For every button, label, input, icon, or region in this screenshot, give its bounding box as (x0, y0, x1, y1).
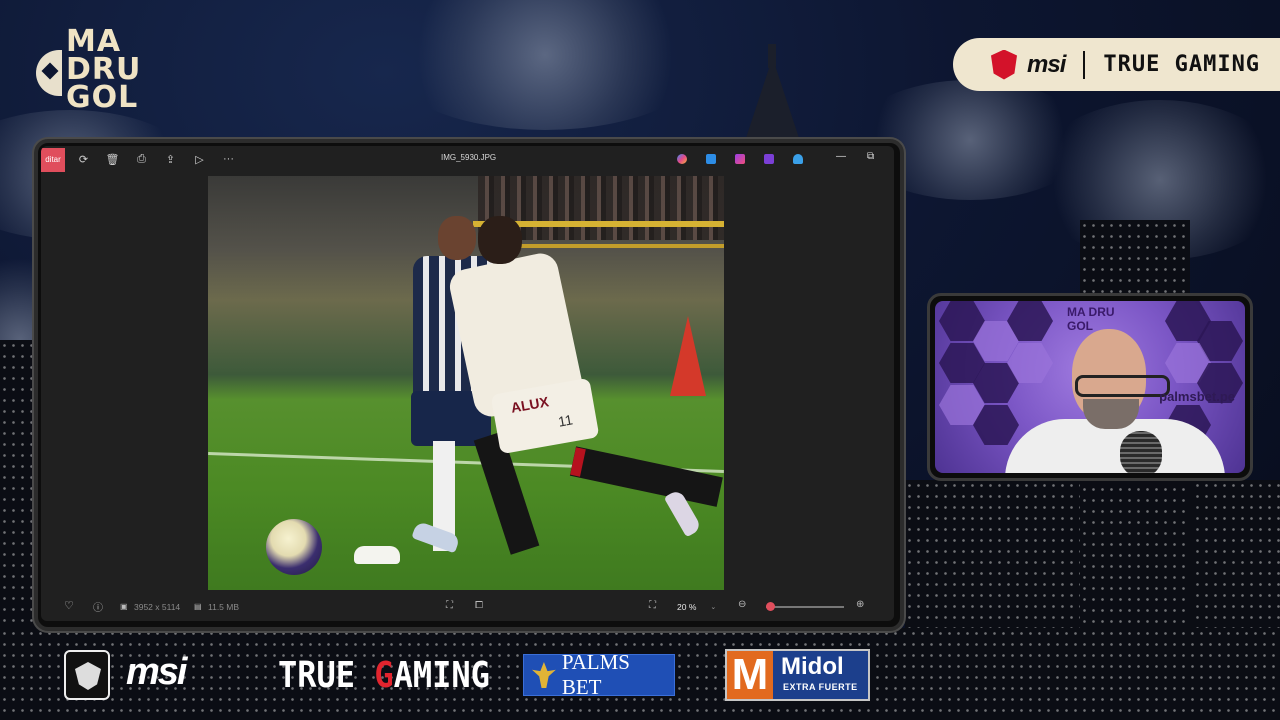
copilot-icon[interactable] (677, 154, 687, 164)
zoom-slider[interactable] (766, 606, 844, 608)
fullscreen-icon[interactable]: ⛶ (649, 600, 656, 611)
shorts-number: 11 (556, 411, 574, 430)
title-bar: ditar ⟳ 🗑 ⎙ ⇪ ▷ ··· IMG_5930.JPG — ⧉ (41, 146, 894, 172)
soccer-ball (266, 519, 322, 575)
top-sponsor-banner: msi TRUE GAMING (953, 38, 1280, 91)
info-icon[interactable]: ⓘ (93, 599, 103, 614)
msi-wordmark: msi (1027, 50, 1066, 78)
bottom-sponsor-bar: msi TRUE GAMING PALMS BET M Midol EXTRA … (60, 645, 880, 705)
print-icon[interactable]: ⎙ (127, 146, 156, 172)
midol-name: Midol (781, 653, 844, 680)
soccer-photo: ALUX 11 (208, 176, 724, 590)
chevron-down-icon: ⌄ (710, 604, 717, 611)
true-gaming-bottom: TRUE GAMING (278, 654, 490, 696)
zoom-slider-thumb[interactable] (765, 602, 775, 611)
midol-logo: M Midol EXTRA FUERTE (725, 649, 870, 701)
rotate-icon[interactable]: ⟳ (69, 146, 98, 172)
palms-bet-logo: PALMS BET (523, 650, 675, 699)
onedrive-icon[interactable] (793, 154, 803, 164)
webcam-logo-text: MA DRU GOL (1067, 305, 1115, 333)
true-gaming-text: TRUE GAMING (1103, 52, 1261, 77)
status-bar: ♡ ⓘ ▣ 3952 x 5114 ▤ 11.5 MB ⛶ ⧠ ⛶ 20 % ⌄… (41, 593, 894, 621)
webcam-brand-text: palmsbet.pe (1159, 389, 1235, 404)
fit-icon[interactable]: ⛶ (446, 600, 453, 611)
madrugol-logo: MA DRU GOL (34, 24, 149, 116)
file-size: 11.5 MB (208, 602, 240, 612)
designer-icon[interactable] (706, 154, 716, 164)
webcam-feed: MA DRU GOL palmsbet.pe (935, 301, 1245, 473)
photos-viewer-window: ditar ⟳ 🗑 ⎙ ⇪ ▷ ··· IMG_5930.JPG — ⧉ ALU… (41, 146, 894, 621)
building-spire (745, 66, 800, 141)
share-icon[interactable]: ⇪ (156, 146, 185, 172)
image-size-icon: ▣ (120, 602, 128, 611)
msi-wordmark-bottom: msi (126, 651, 188, 693)
minimize-button[interactable]: — (836, 151, 846, 162)
zoom-out-icon[interactable]: ⊖ (738, 599, 746, 610)
file-name: IMG_5930.JPG (441, 153, 497, 162)
edit-app-icon[interactable] (764, 154, 774, 164)
shorts-sponsor: ALUX (509, 393, 550, 416)
crop-icon[interactable]: ⧠ (475, 600, 483, 611)
slideshow-icon[interactable]: ▷ (185, 146, 214, 172)
midol-m-icon: M (727, 651, 773, 699)
cloud (380, 0, 710, 130)
more-icon[interactable]: ··· (214, 146, 243, 172)
palm-tree-icon (532, 662, 556, 688)
divider (1083, 50, 1086, 79)
delete-icon[interactable]: 🗑 (98, 146, 127, 172)
clipchamp-icon[interactable] (735, 154, 745, 164)
building-spire (768, 44, 776, 68)
stream-overlay: MA DRU GOL msi TRUE GAMING ditar ⟳ 🗑 ⎙ ⇪… (0, 0, 1280, 720)
soccer-ball-icon (36, 50, 62, 96)
edit-button[interactable]: ditar (41, 147, 65, 172)
file-size-icon: ▤ (194, 602, 202, 611)
msi-dragon-icon (991, 49, 1017, 80)
msi-shield-icon (64, 650, 110, 700)
zoom-value: 20 % (677, 602, 697, 612)
zoom-dropdown[interactable]: 20 % ⌄ (671, 598, 725, 616)
palms-bet-text: PALMS BET (561, 650, 630, 699)
player-universitario: ALUX 11 (433, 216, 723, 555)
logo-text: MA DRU GOL (66, 24, 142, 115)
favorite-icon[interactable]: ♡ (64, 599, 74, 612)
microphone (1120, 431, 1162, 473)
host-glasses (1075, 375, 1170, 397)
restore-button[interactable]: ⧉ (867, 151, 874, 162)
image-dimensions: 3952 x 5114 (134, 602, 181, 612)
zoom-in-icon[interactable]: ⊕ (856, 599, 864, 610)
midol-subtitle: EXTRA FUERTE (783, 682, 858, 692)
